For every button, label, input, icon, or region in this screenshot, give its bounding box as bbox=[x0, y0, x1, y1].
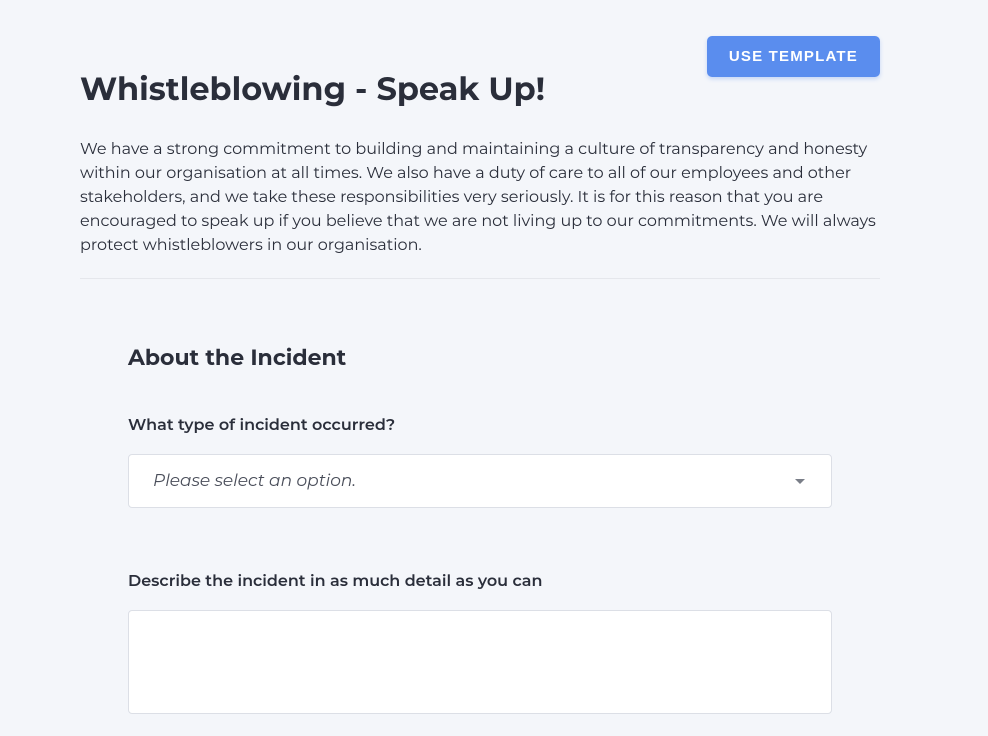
textarea-describe-incident[interactable] bbox=[128, 610, 832, 714]
use-template-button[interactable]: USE TEMPLATE bbox=[707, 36, 880, 77]
chevron-down-icon bbox=[795, 479, 805, 484]
label-describe-incident: Describe the incident in as much detail … bbox=[128, 572, 542, 591]
section-title-about-incident: About the Incident bbox=[128, 344, 346, 371]
select-placeholder: Please select an option. bbox=[153, 471, 795, 491]
select-incident-type[interactable]: Please select an option. bbox=[128, 454, 832, 508]
page-intro-text: We have a strong commitment to building … bbox=[80, 138, 878, 258]
page-title: Whistleblowing - Speak Up! bbox=[80, 70, 545, 109]
label-incident-type: What type of incident occurred? bbox=[128, 416, 395, 435]
divider bbox=[80, 278, 880, 279]
